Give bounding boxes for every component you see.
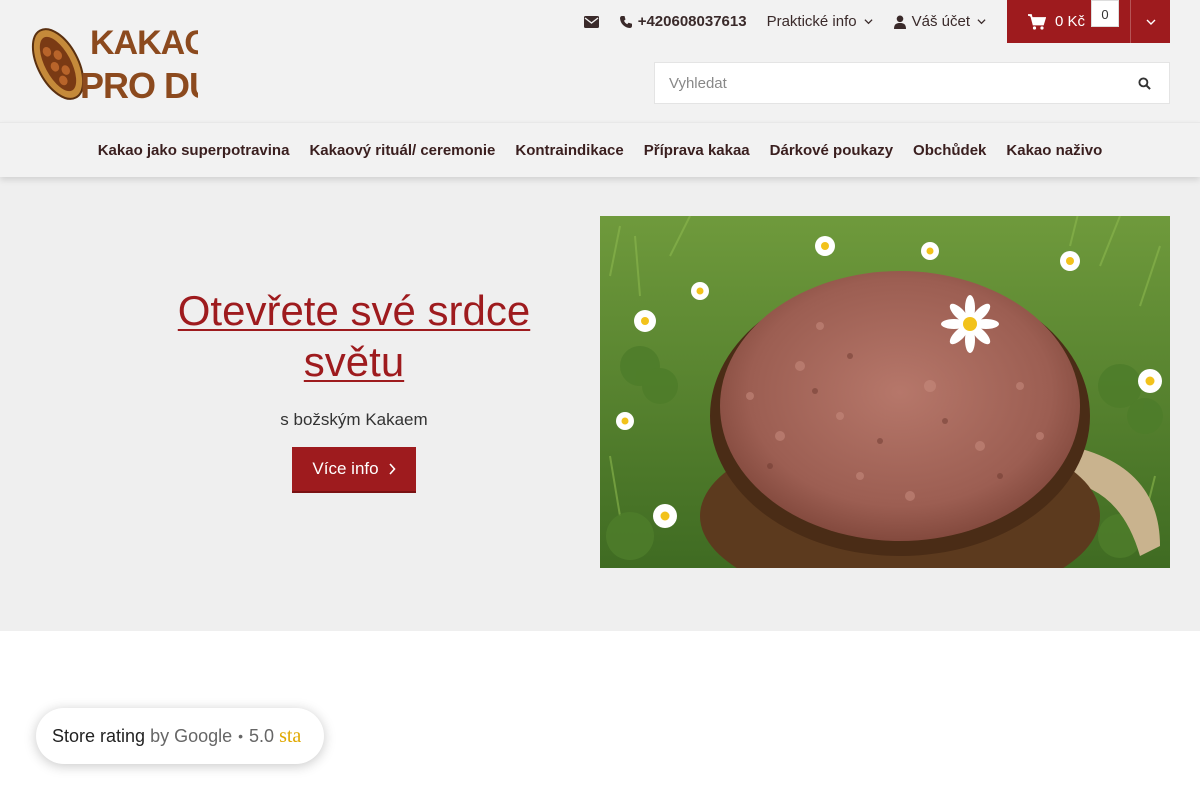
phone-link[interactable]: +420608037613	[619, 13, 747, 30]
nav-item-ritual[interactable]: Kakaový rituál/ ceremonie	[299, 142, 505, 159]
site-header: KAKAO PRO DUŠI +420608037613 Praktické i…	[0, 0, 1200, 122]
nav-item-contraindications[interactable]: Kontraindikace	[505, 142, 633, 159]
chevron-right-icon	[388, 463, 396, 475]
rating-score: 5.0	[249, 725, 275, 746]
rating-source: by Google	[150, 725, 233, 746]
phone-number: +420608037613	[637, 13, 747, 30]
phone-icon	[619, 15, 632, 28]
top-bar: +420608037613 Praktické info Váš účet	[564, 0, 986, 43]
more-info-label: Více info	[312, 459, 379, 478]
search-input[interactable]	[655, 63, 1119, 103]
search-button[interactable]	[1119, 63, 1169, 103]
logo-text-line1: KAKAO	[90, 24, 198, 62]
chevron-down-icon	[977, 19, 986, 25]
nav-item-shop[interactable]: Obchůdek	[903, 142, 996, 159]
cart-widget: 0 Kč 0	[1007, 0, 1170, 43]
chevron-down-icon	[864, 19, 873, 25]
site-logo[interactable]: KAKAO PRO DUŠI	[28, 18, 247, 106]
main-navigation: Kakao jako superpotravina Kakaový rituál…	[0, 122, 1200, 177]
email-link[interactable]	[583, 15, 599, 28]
hero-image-cacao-cup	[600, 216, 1170, 568]
practical-info-menu[interactable]: Praktické info	[767, 13, 873, 30]
cart-count-badge: 0	[1091, 0, 1119, 27]
logo-text-line2: PRO DUŠI	[80, 64, 198, 106]
account-label: Váš účet	[911, 13, 970, 30]
hero-subtitle: s božským Kakaem	[280, 410, 428, 429]
account-menu[interactable]: Váš účet	[893, 13, 986, 30]
search-icon	[1137, 76, 1151, 90]
hero-banner: Otevřete své srdce světu s božským Kakae…	[0, 177, 1200, 631]
envelope-icon	[583, 15, 599, 28]
search-bar	[654, 62, 1170, 104]
cart-dropdown-toggle[interactable]	[1130, 0, 1170, 43]
rating-separator: •	[238, 728, 244, 744]
shopping-cart-icon	[1028, 13, 1046, 30]
nav-item-live[interactable]: Kakao naživo	[996, 142, 1112, 159]
hero-text-block: Otevřete své srdce světu s božským Kakae…	[108, 285, 600, 493]
rating-stars: sta	[279, 724, 302, 747]
rating-label: Store rating	[52, 725, 146, 746]
chevron-down-icon	[1146, 19, 1155, 25]
nav-item-gift-vouchers[interactable]: Dárkové poukazy	[760, 142, 903, 159]
hero-title[interactable]: Otevřete své srdce světu	[164, 285, 544, 387]
nav-item-preparation[interactable]: Příprava kakaa	[634, 142, 760, 159]
practical-info-label: Praktické info	[766, 13, 857, 30]
nav-item-superfood[interactable]: Kakao jako superpotravina	[88, 142, 300, 159]
cart-total: 0 Kč	[1055, 13, 1086, 30]
more-info-button[interactable]: Více info	[292, 447, 416, 493]
store-rating-badge[interactable]: Store rating by Google • 5.0 sta	[36, 708, 324, 764]
user-icon	[893, 15, 906, 29]
